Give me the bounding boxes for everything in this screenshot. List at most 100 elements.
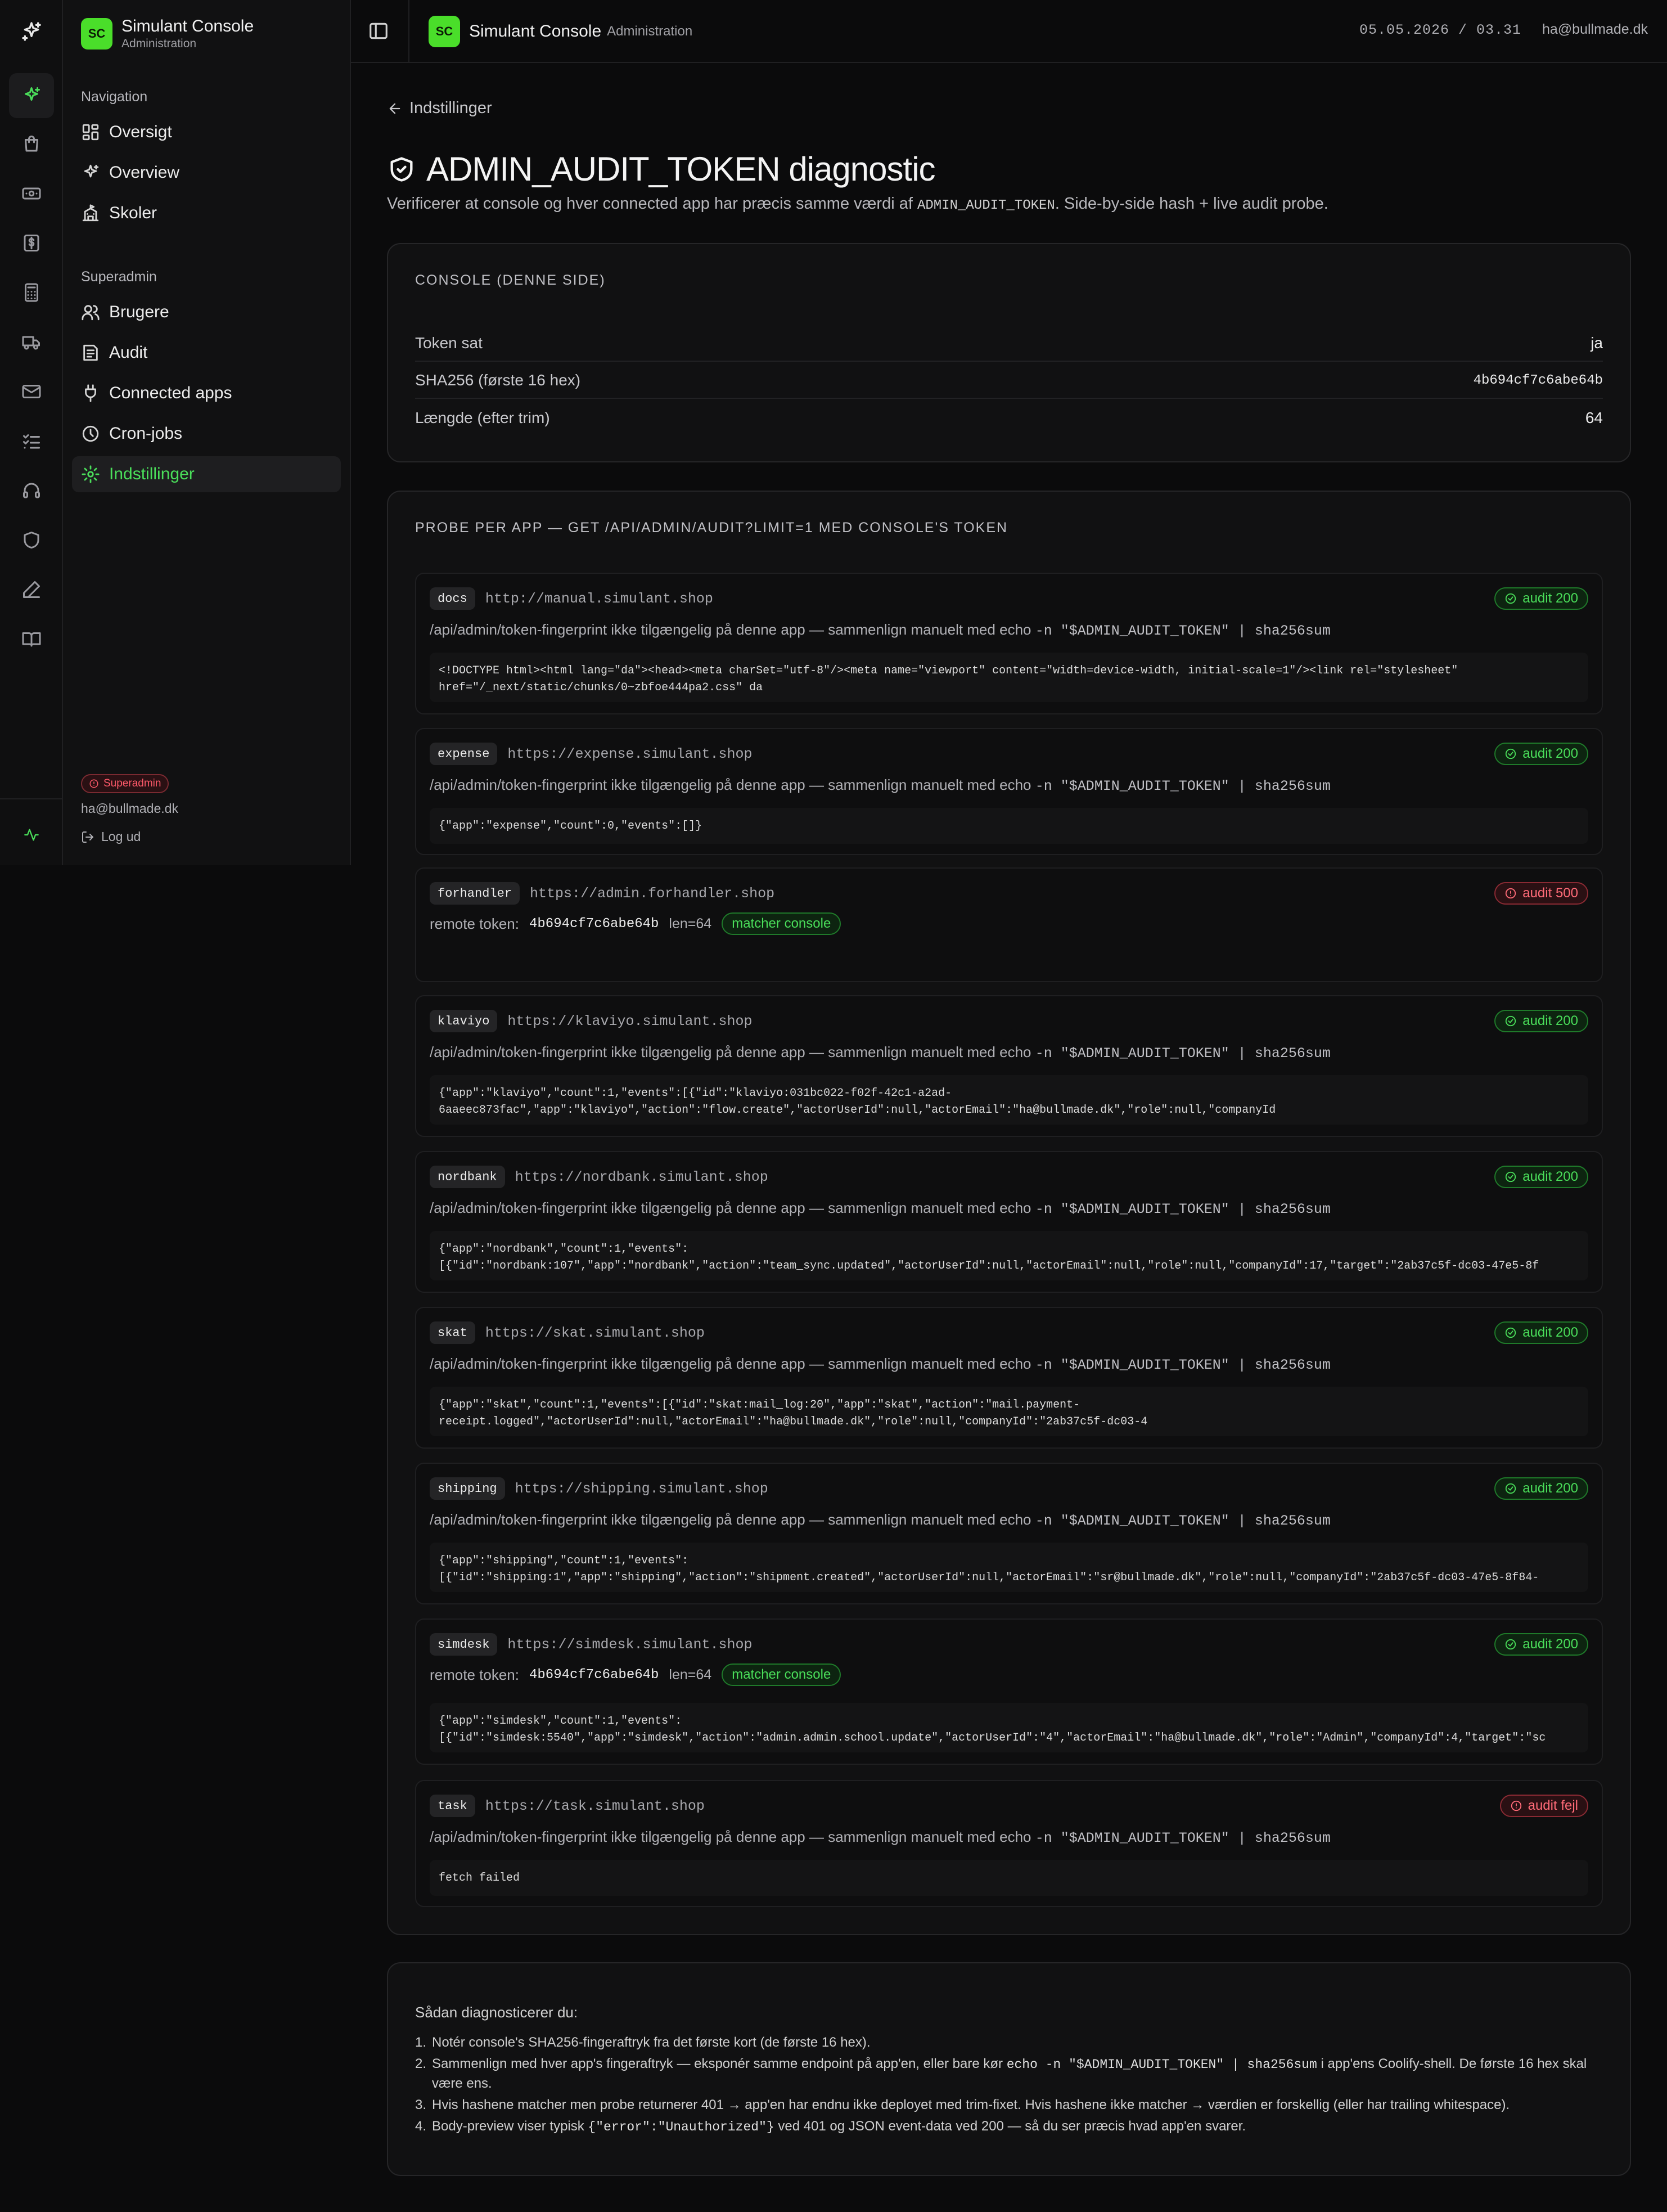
shield-alert-icon: [89, 779, 98, 788]
response-body-preview: fetch failed: [430, 1860, 1588, 1896]
sidebar-item-label: Indstillinger: [109, 465, 195, 483]
sidebar-item-label: Audit: [109, 343, 148, 362]
pen-icon[interactable]: [9, 567, 54, 612]
sidebar-item-skoler[interactable]: Skoler: [72, 195, 341, 231]
status-badge: audit 200: [1494, 743, 1588, 765]
role-badge: Superadmin: [81, 774, 169, 793]
sidebar-item-overview[interactable]: Overview: [72, 155, 341, 191]
sidebar-item-label: Overview: [109, 163, 180, 182]
howto-step: 1. Notér console's SHA256-fingeraftryk fr…: [415, 2035, 871, 2050]
sidebar-item-label: Oversigt: [109, 123, 172, 141]
audit-icon: [83, 344, 98, 361]
banknote-icon[interactable]: [9, 171, 54, 216]
fingerprint-note: /api/admin/token-fingerprint ikke tilgæn…: [430, 1044, 1331, 1062]
shield-icon[interactable]: [9, 518, 54, 563]
howto-step: 2. Sammenlign med hver app's fingeraftryk…: [415, 2056, 1587, 2091]
probe-card-heading: PROBE PER APP — GET /API/ADMIN/AUDIT?LIM…: [415, 520, 1008, 536]
check-circle-icon: [1506, 1639, 1516, 1650]
probe-card: PROBE PER APP — GET /API/ADMIN/AUDIT?LIM…: [387, 491, 1631, 1935]
activity-icon[interactable]: [9, 812, 54, 857]
app-probe-task: task https://task.simulant.shop audit fej…: [415, 1780, 1603, 1907]
sparkle-icon[interactable]: [9, 73, 54, 118]
plug-icon: [85, 384, 96, 402]
bag-icon[interactable]: [9, 122, 54, 167]
app-probe-simdesk: simdesk https://simdesk.simulant.shop aud…: [415, 1618, 1603, 1765]
check-circle-icon: [1506, 1483, 1516, 1494]
app-logo-badge: SC: [81, 18, 112, 50]
status-badge: audit fejl: [1499, 1795, 1588, 1817]
sidebar-brand[interactable]: SC Simulant Console Administration: [81, 17, 254, 51]
app-url: http://manual.simulant.shop: [485, 590, 713, 607]
header-title: Simulant Console: [469, 22, 602, 41]
truck-icon[interactable]: [9, 320, 54, 365]
shield-check-icon: [390, 156, 413, 182]
top-header: SC Simulant Console Administration 05.05…: [351, 0, 1667, 63]
fingerprint-note: /api/admin/token-fingerprint ikke tilgæn…: [430, 776, 1331, 794]
alert-circle-icon: [1506, 888, 1516, 899]
back-link[interactable]: Indstillinger: [387, 99, 492, 118]
console-row-sha256: SHA256 (første 16 hex) 4b694cf7c6abe64b: [415, 363, 1603, 399]
app-subtitle: Administration: [121, 37, 197, 50]
sidebar-toggle-icon[interactable]: [368, 20, 389, 42]
logout-button[interactable]: Log ud: [81, 829, 141, 844]
console-row-length: Længde (efter trim) 64: [415, 409, 1603, 426]
fingerprint-note: /api/admin/token-fingerprint ikke tilgæn…: [430, 621, 1331, 639]
fingerprint-note: /api/admin/token-fingerprint ikke tilgæn…: [430, 1828, 1331, 1846]
app-probe-expense: expense https://expense.simulant.shop aud…: [415, 728, 1603, 855]
remote-token-row: remote token: 4b694cf7c6abe64b len=64 matc…: [430, 1664, 841, 1686]
sidebar-item-indstillinger[interactable]: Indstillinger: [72, 456, 341, 492]
header-divider: [408, 0, 409, 63]
remote-token-row: remote token: 4b694cf7c6abe64b len=64 matc…: [430, 912, 841, 935]
sparkle-icon: [84, 164, 99, 178]
response-body-preview: {"app":"skat","count":1,"events":[{"id":…: [430, 1387, 1588, 1436]
app-url: https://klaviyo.simulant.shop: [507, 1013, 753, 1029]
app-name-chip: docs: [430, 587, 475, 610]
app-name-chip: task: [430, 1795, 475, 1817]
check-circle-icon: [1506, 1171, 1516, 1183]
rail-divider: [0, 798, 63, 799]
status-badge: audit 200: [1494, 1166, 1588, 1188]
status-badge: audit 200: [1494, 1321, 1588, 1344]
navigation-section-label: Navigation: [81, 89, 148, 105]
mail-icon[interactable]: [9, 369, 54, 414]
headset-icon[interactable]: [9, 468, 54, 513]
header-datetime: 05.05.2026 / 03.31: [1359, 22, 1522, 38]
header-brand[interactable]: SC Simulant Console Administration: [429, 16, 692, 47]
sidebar-item-connected-apps[interactable]: Connected apps: [72, 375, 341, 411]
calculator-icon[interactable]: [9, 270, 54, 315]
app-probe-docs: docs http://manual.simulant.shop audit 20…: [415, 573, 1603, 714]
sidebar-item-audit[interactable]: Audit: [72, 335, 341, 371]
logout-icon: [82, 831, 93, 843]
sidebar-item-label: Skoler: [109, 204, 157, 222]
users-icon: [82, 305, 100, 321]
howto-card: Sådan diagnosticerer du: 1. Notér console…: [387, 1962, 1631, 2176]
app-probe-forhandler: forhandler https://admin.forhandler.shop …: [415, 867, 1603, 982]
book-icon[interactable]: [9, 617, 54, 662]
checklist-icon[interactable]: [9, 419, 54, 464]
dollar-icon[interactable]: [9, 221, 54, 266]
status-badge: audit 200: [1494, 1477, 1588, 1500]
sidebar-item-oversigt[interactable]: Oversigt: [72, 114, 341, 150]
app-url: https://shipping.simulant.shop: [515, 1480, 768, 1497]
sidebar-item-label: Brugere: [109, 303, 169, 321]
check-circle-icon: [1506, 1327, 1516, 1338]
clock-icon: [82, 425, 99, 442]
app-url: https://skat.simulant.shop: [485, 1324, 705, 1341]
sidebar-item-cron-jobs[interactable]: Cron-jobs: [72, 416, 341, 452]
status-badge: audit 500: [1494, 882, 1588, 905]
fingerprint-note: /api/admin/token-fingerprint ikke tilgæn…: [430, 1511, 1331, 1529]
check-circle-icon: [1506, 748, 1516, 759]
app-name-chip: skat: [430, 1321, 475, 1344]
app-name-chip: shipping: [430, 1477, 505, 1500]
sparkle-logo-icon[interactable]: [20, 20, 43, 43]
gear-icon: [82, 465, 100, 483]
console-card: CONSOLE (DENNE SIDE) Token sat ja SHA256 …: [387, 243, 1631, 462]
response-body-preview: {"app":"shipping","count":1,"events": [{…: [430, 1543, 1588, 1592]
response-body-preview: <!DOCTYPE html><html lang="da"><head><me…: [430, 653, 1588, 702]
match-badge: matcher console: [722, 912, 841, 935]
app-url: https://simdesk.simulant.shop: [507, 1636, 753, 1653]
app-probe-skat: skat https://skat.simulant.shop audit 200…: [415, 1307, 1603, 1449]
school-icon: [82, 204, 99, 222]
sidebar-item-brugere[interactable]: Brugere: [72, 294, 341, 330]
response-body-preview: {"app":"nordbank","count":1,"events": [{…: [430, 1231, 1588, 1280]
